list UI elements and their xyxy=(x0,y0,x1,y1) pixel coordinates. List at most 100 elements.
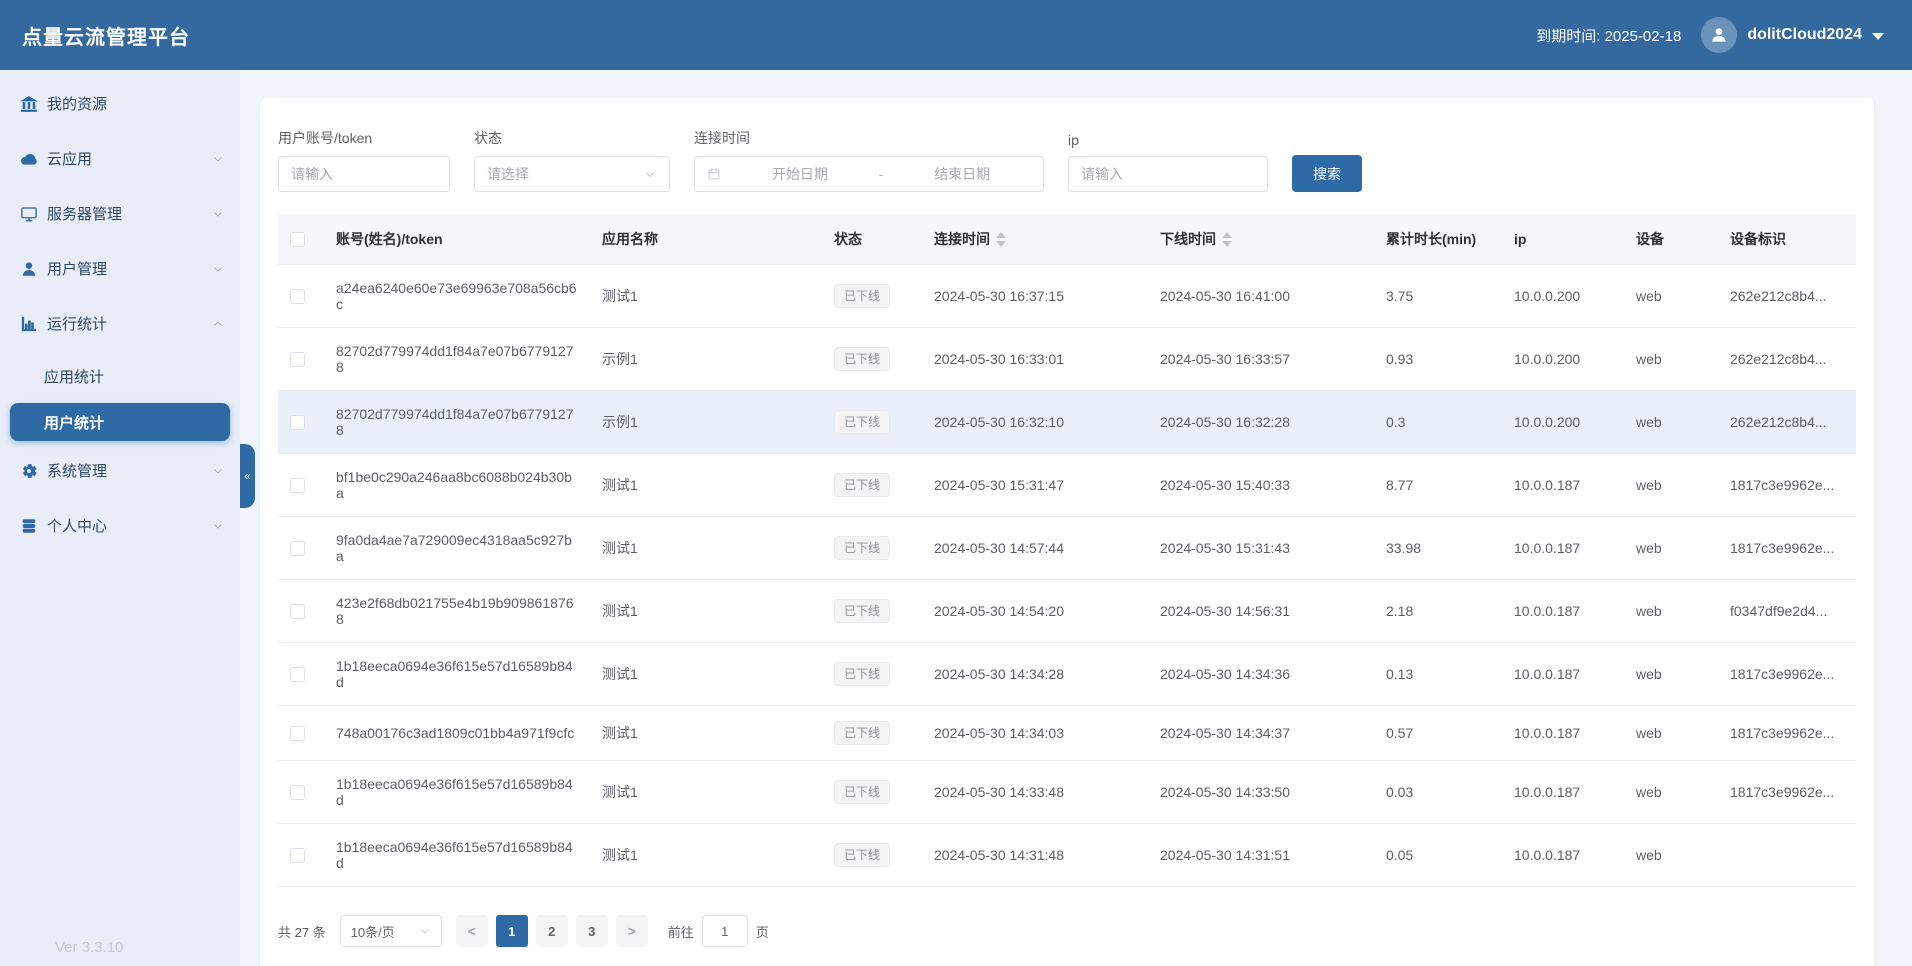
sidebar-item-cloud-apps[interactable]: 云应用 xyxy=(0,131,240,186)
status-badge: 已下线 xyxy=(834,284,891,308)
account-input[interactable] xyxy=(278,156,450,192)
account-filter-label: 用户账号/token xyxy=(278,130,373,146)
table-row[interactable]: bf1be0c290a246aa8bc6088b024b30ba 测试1 已下线… xyxy=(278,453,1856,517)
user-menu[interactable]: dolitCloud2024 xyxy=(1701,17,1884,53)
column-device: 设备 xyxy=(1624,214,1718,265)
chevron-down-icon xyxy=(212,153,224,165)
gear-icon xyxy=(20,462,38,480)
sidebar: 我的资源 云应用 服务器管理 用户管理 运行统计 应用统计 用户统计 系统管理 … xyxy=(0,70,240,966)
sidebar-item-label: 我的资源 xyxy=(47,96,108,113)
search-button[interactable]: 搜索 xyxy=(1292,155,1362,192)
sidebar-item-label: 用户管理 xyxy=(47,261,108,278)
sidebar-item-my-resources[interactable]: 我的资源 xyxy=(0,76,240,131)
row-checkbox[interactable] xyxy=(290,848,305,864)
sidebar-item-user-management[interactable]: 用户管理 xyxy=(0,241,240,296)
status-select[interactable]: 请选择 xyxy=(474,156,670,192)
column-offline-time[interactable]: 下线时间 xyxy=(1148,214,1374,265)
status-badge: 已下线 xyxy=(834,843,891,867)
database-icon xyxy=(20,517,38,535)
status-select-placeholder: 请选择 xyxy=(487,166,529,182)
row-checkbox[interactable] xyxy=(290,352,305,368)
chevron-down-icon xyxy=(212,208,224,220)
column-token: 账号(姓名)/token xyxy=(324,214,590,265)
row-checkbox[interactable] xyxy=(290,415,305,431)
status-badge: 已下线 xyxy=(834,536,891,560)
sidebar-item-system-management[interactable]: 系统管理 xyxy=(0,443,240,498)
row-checkbox[interactable] xyxy=(290,604,305,620)
status-badge: 已下线 xyxy=(834,410,891,434)
table-row[interactable]: 82702d779974dd1f84a7e07b67791278 示例1 已下线… xyxy=(278,327,1856,391)
table-row[interactable]: 1b18eeca0694e36f615e57d16589b84d 测试1 已下线… xyxy=(278,760,1856,824)
sidebar-subitem-label: 用户统计 xyxy=(44,414,105,432)
pagination-total: 共 27 条 xyxy=(278,924,326,940)
ip-input[interactable] xyxy=(1068,156,1268,192)
content-card: 用户账号/token 状态 请选择 连接时间 开始日期 - xyxy=(260,98,1874,966)
pagination-bar: 共 27 条 10条/页 < 1 2 3 > 前往 页 xyxy=(278,915,1856,947)
row-checkbox[interactable] xyxy=(290,289,305,305)
chevron-down-icon xyxy=(212,520,224,532)
monitor-icon xyxy=(20,205,38,223)
status-badge: 已下线 xyxy=(834,662,891,686)
column-duration: 累计时长(min) xyxy=(1374,214,1502,265)
status-filter-label: 状态 xyxy=(474,130,502,146)
bar-chart-icon xyxy=(20,315,38,333)
date-range-picker[interactable]: 开始日期 - 结束日期 xyxy=(694,156,1044,192)
goto-label: 前往 xyxy=(667,924,694,940)
date-start-input[interactable]: 开始日期 xyxy=(731,164,869,184)
filter-bar: 用户账号/token 状态 请选择 连接时间 开始日期 - xyxy=(278,128,1856,192)
row-checkbox[interactable] xyxy=(290,541,305,557)
status-badge: 已下线 xyxy=(834,473,891,497)
sidebar-item-run-statistics[interactable]: 运行统计 xyxy=(0,296,240,351)
top-header: 点量云流管理平台 到期时间: 2025-02-18 dolitCloud2024 xyxy=(0,0,1912,70)
select-all-checkbox[interactable] xyxy=(290,232,305,248)
table-row[interactable]: 423e2f68db021755e4b19b9098618768 测试1 已下线… xyxy=(278,579,1856,643)
prev-page-button[interactable]: < xyxy=(455,915,488,947)
status-badge: 已下线 xyxy=(834,599,891,623)
page-button-1[interactable]: 1 xyxy=(495,915,528,947)
sidebar-item-personal-center[interactable]: 个人中心 xyxy=(0,498,240,553)
sidebar-item-label: 系统管理 xyxy=(47,463,108,480)
table-row[interactable]: 9fa0da4ae7a729009ec4318aa5c927ba 测试1 已下线… xyxy=(278,516,1856,580)
app-version: Ver 3.3.10 xyxy=(55,939,124,956)
date-end-input[interactable]: 结束日期 xyxy=(893,164,1031,184)
row-checkbox[interactable] xyxy=(290,785,305,801)
row-checkbox[interactable] xyxy=(290,478,305,494)
chevron-down-icon xyxy=(645,171,655,177)
sidebar-item-app-statistics[interactable]: 应用统计 xyxy=(0,351,240,401)
column-connect-time[interactable]: 连接时间 xyxy=(922,214,1148,265)
status-badge: 已下线 xyxy=(834,347,891,371)
cloud-icon xyxy=(20,150,38,168)
goto-page-input[interactable] xyxy=(701,915,748,947)
status-badge: 已下线 xyxy=(834,721,891,745)
chevron-down-icon xyxy=(212,465,224,477)
sidebar-item-label: 云应用 xyxy=(47,151,93,168)
column-status: 状态 xyxy=(822,214,922,265)
sidebar-item-user-statistics[interactable]: 用户统计 xyxy=(10,403,230,441)
main-content: 用户账号/token 状态 请选择 连接时间 开始日期 - xyxy=(240,70,1912,966)
username: dolitCloud2024 xyxy=(1747,26,1862,43)
date-separator: - xyxy=(878,166,884,182)
page-button-3[interactable]: 3 xyxy=(575,915,608,947)
table-row[interactable]: 1b18eeca0694e36f615e57d16589b84d 测试1 已下线… xyxy=(278,642,1856,706)
chevron-down-icon xyxy=(212,263,224,275)
table-row[interactable]: a24ea6240e60e73e69963e708a56cb6c 测试1 已下线… xyxy=(278,264,1856,328)
expiry-date: 到期时间: 2025-02-18 xyxy=(1536,27,1682,45)
page-button-2[interactable]: 2 xyxy=(535,915,568,947)
sidebar-item-label: 个人中心 xyxy=(47,518,108,535)
row-checkbox[interactable] xyxy=(290,667,305,683)
row-checkbox[interactable] xyxy=(290,726,305,742)
next-page-button[interactable]: > xyxy=(615,915,648,947)
sidebar-item-label: 服务器管理 xyxy=(47,206,123,223)
chevron-up-icon xyxy=(212,318,224,330)
table-row[interactable]: 82702d779974dd1f84a7e07b67791278 示例1 已下线… xyxy=(278,390,1856,454)
sidebar-collapse-button[interactable]: « xyxy=(240,444,255,508)
sidebar-item-server-management[interactable]: 服务器管理 xyxy=(0,186,240,241)
sort-caret-icon[interactable] xyxy=(996,231,1006,247)
table-row[interactable]: 1b18eeca0694e36f615e57d16589b84d 测试1 已下线… xyxy=(278,823,1856,887)
page-size-select[interactable]: 10条/页 xyxy=(339,915,442,947)
table-row[interactable]: 748a00176c3ad1809c01bb4a971f9cfc 测试1 已下线… xyxy=(278,705,1856,761)
user-avatar-icon xyxy=(1701,17,1738,53)
user-stats-table: 账号(姓名)/token 应用名称 状态 连接时间 下线时间 累计时长(min)… xyxy=(278,214,1856,887)
page-suffix-label: 页 xyxy=(755,924,769,940)
sort-caret-icon[interactable] xyxy=(1222,231,1232,247)
